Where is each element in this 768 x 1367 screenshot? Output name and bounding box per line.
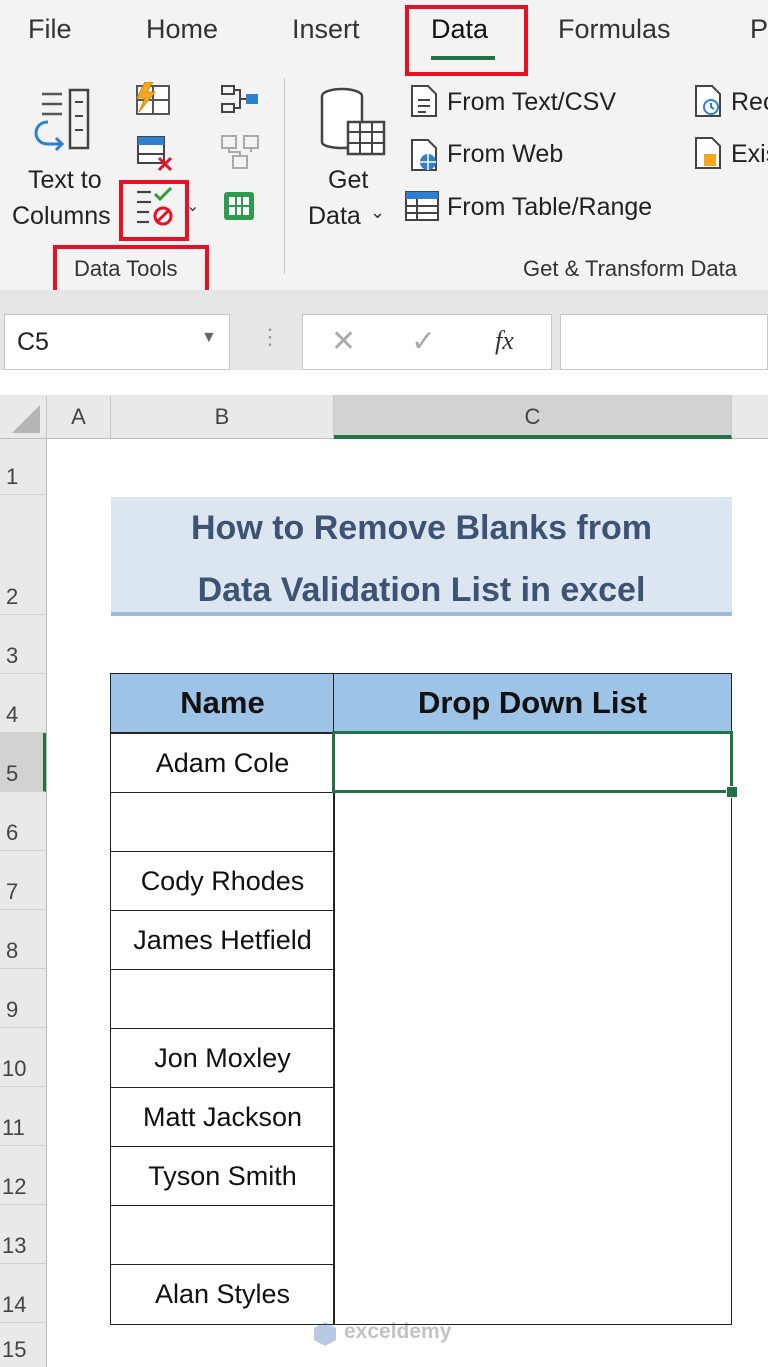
name-cell[interactable] [110,969,335,1029]
formula-actions: ✕ ✓ fx [302,314,552,370]
row-header-4[interactable]: 4 [0,674,46,733]
formula-input[interactable] [560,314,768,370]
column-headers: A B C [0,395,768,439]
fill-handle[interactable] [726,786,738,798]
row-header-7[interactable]: 7 [0,851,46,910]
name-cell[interactable]: Jon Moxley [110,1028,335,1088]
column-header-d[interactable] [732,395,768,438]
row-header-2[interactable]: 2 [0,495,46,615]
row-header-15[interactable]: 15 [0,1323,46,1367]
name-cell[interactable]: Matt Jackson [110,1087,335,1147]
from-web-icon[interactable] [408,138,440,172]
watermark-logo-icon [314,1322,336,1346]
name-cell[interactable]: Cody Rhodes [110,851,335,911]
watermark-text: exceldemy [344,1320,452,1343]
flash-fill-icon[interactable] [133,81,173,118]
sheet-title-line-2: Data Validation List in excel [197,571,646,609]
select-all-button[interactable] [0,395,47,438]
name-box-value: C5 [17,328,49,356]
row-header-11[interactable]: 11 [0,1087,46,1146]
watermark: exceldemy [312,1318,462,1350]
row-header-5[interactable]: 5 [0,733,46,792]
formula-bar: C5 ▼ ⋮ ✕ ✓ fx [0,290,768,370]
tab-insert[interactable]: Insert [292,14,360,45]
insert-function-icon[interactable]: fx [495,326,514,356]
consolidate-icon[interactable] [220,84,260,116]
enter-icon[interactable]: ✓ [411,324,436,359]
data-tab-highlight [405,5,528,76]
get-data-label-1[interactable]: Get [328,166,368,195]
row-header-9[interactable]: 9 [0,969,46,1028]
sheet-title-line-1: How to Remove Blanks from [191,509,652,547]
tab-file[interactable]: File [28,14,72,45]
name-cell[interactable]: Tyson Smith [110,1146,335,1206]
data-validation-highlight [119,180,189,241]
row-header-10[interactable]: 10 [0,1028,46,1087]
existing-connections-icon[interactable] [692,136,724,170]
manage-data-model-icon[interactable] [220,188,260,224]
row-header-13[interactable]: 13 [0,1205,46,1264]
from-text-csv-icon[interactable] [408,84,440,118]
text-to-columns-label-2[interactable]: Columns [12,202,111,231]
tab-home[interactable]: Home [146,14,218,45]
text-to-columns-icon[interactable] [20,86,100,156]
group-separator [284,78,285,274]
name-box[interactable]: C5 ▼ [4,314,230,370]
row-headers: 1 2 3 4 5 6 7 8 9 10 11 12 13 14 15 [0,439,47,1367]
active-cell-c5[interactable] [332,731,733,793]
row-header-6[interactable]: 6 [0,792,46,851]
table-header-drop-down-list[interactable]: Drop Down List [333,673,732,733]
column-header-b[interactable]: B [111,395,334,438]
text-to-columns-label-1[interactable]: Text to [28,166,102,195]
ribbon: File Home Insert Data Formulas P Text to… [0,0,768,302]
name-box-dropdown-icon[interactable]: ▼ [201,329,217,347]
recent-sources-icon[interactable] [692,84,724,118]
tab-page-layout[interactable]: P [750,14,768,45]
row-header-12[interactable]: 12 [0,1146,46,1205]
formula-bar-grip-icon: ⋮ [259,324,281,349]
from-web-label[interactable]: From Web [447,140,563,169]
column-header-c[interactable]: C [334,395,732,439]
name-cell[interactable]: James Hetfield [110,910,335,970]
column-header-a[interactable]: A [47,395,111,438]
row-header-14[interactable]: 14 [0,1264,46,1323]
drop-down-list-column[interactable] [333,733,732,1325]
name-cell[interactable] [110,1205,335,1265]
sheet-title: How to Remove Blanks from Data Validatio… [111,497,732,616]
from-table-range-label[interactable]: From Table/Range [447,193,652,222]
existing-connections-label[interactable]: Exis [731,140,768,169]
row-header-1[interactable]: 1 [0,439,46,495]
get-data-label-2[interactable]: Data [308,202,361,231]
from-text-csv-label[interactable]: From Text/CSV [447,88,616,117]
row-header-3[interactable]: 3 [0,615,46,674]
row-header-8[interactable]: 8 [0,910,46,969]
remove-duplicates-icon[interactable] [135,134,175,172]
name-cell[interactable]: Adam Cole [110,733,335,793]
get-data-icon[interactable] [318,86,388,160]
cancel-icon[interactable]: ✕ [331,324,356,359]
recent-sources-label[interactable]: Rec [731,88,768,117]
relationships-icon [220,134,260,172]
tab-formulas[interactable]: Formulas [558,14,671,45]
table-header-name[interactable]: Name [110,673,335,733]
get-transform-group-label: Get & Transform Data [523,256,737,281]
get-data-dropdown-icon[interactable]: ⌄ [370,202,385,223]
name-cell[interactable] [110,792,335,852]
name-cell[interactable]: Alan Styles [110,1264,335,1325]
from-table-range-icon[interactable] [404,190,440,222]
